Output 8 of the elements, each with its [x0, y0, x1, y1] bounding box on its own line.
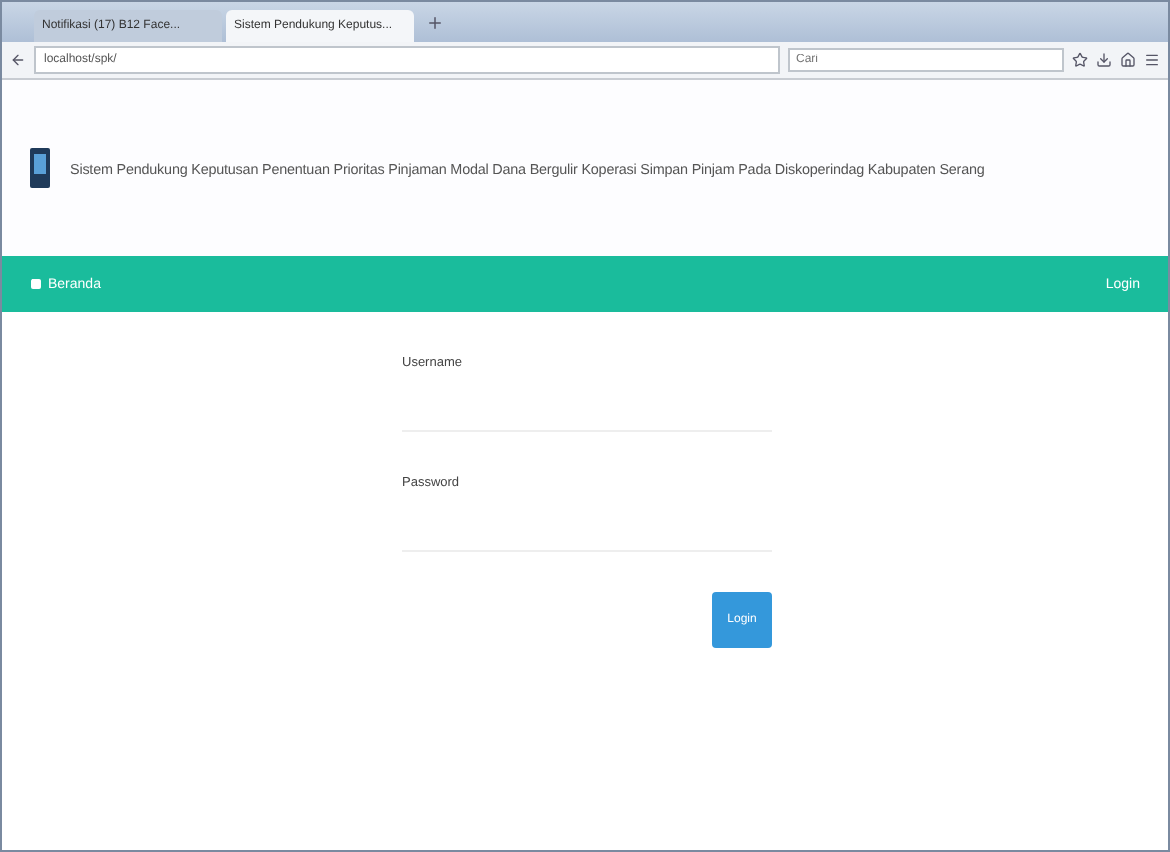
menu-icon[interactable] [1144, 52, 1160, 68]
home-icon[interactable] [1120, 52, 1136, 68]
logo-icon [30, 148, 50, 188]
square-icon [30, 278, 42, 290]
back-icon[interactable] [10, 52, 26, 68]
star-icon[interactable] [1072, 52, 1088, 68]
download-icon[interactable] [1096, 52, 1112, 68]
plus-icon[interactable] [426, 13, 444, 31]
